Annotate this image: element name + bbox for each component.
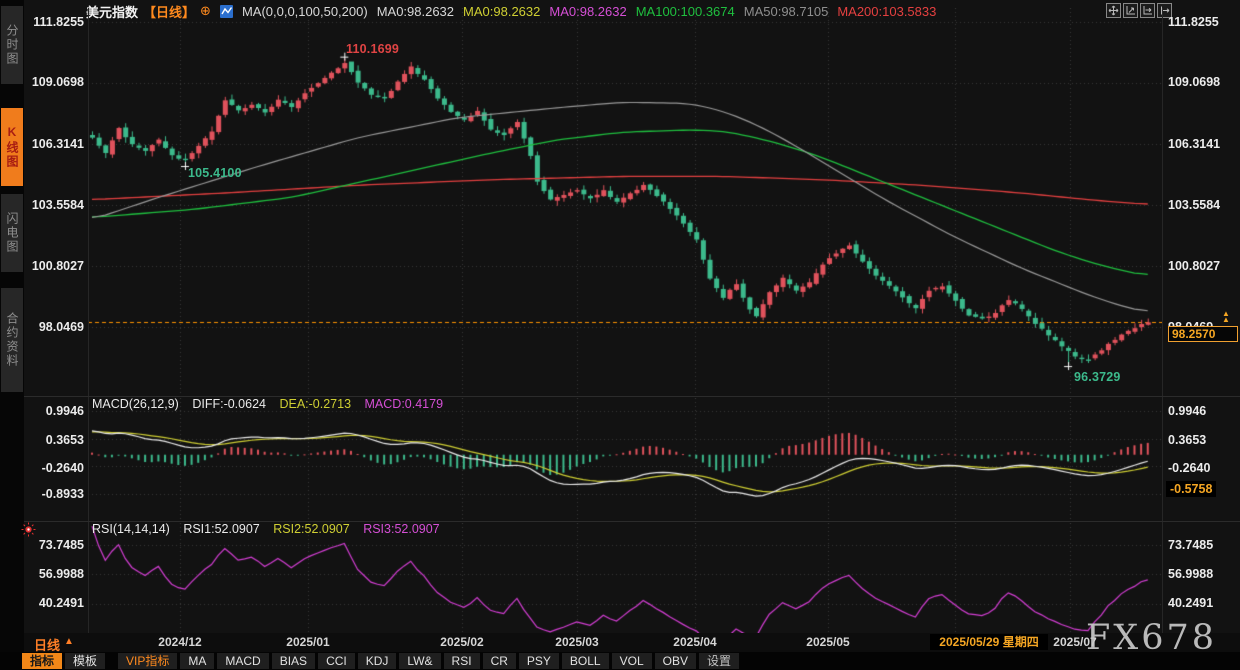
x-label: 2025/05 xyxy=(788,635,868,649)
y-label-right: 109.0698 xyxy=(1168,75,1238,89)
cursor-date-label: 2025/05/29 星期四 xyxy=(930,634,1048,650)
rsi-panel-header: RSI(14,14,14) RSI1:52.0907 RSI2:52.0907 … xyxy=(92,522,450,536)
y-label-left: 98.0469 xyxy=(24,320,84,334)
toolbar-vol-button[interactable]: VOL xyxy=(612,653,652,669)
rsi-title: RSI(14,14,14) xyxy=(92,522,170,536)
toolbar-rsi-button[interactable]: RSI xyxy=(444,653,480,669)
x-label: 2025/01 xyxy=(268,635,348,649)
y-label-right: 100.8027 xyxy=(1168,259,1238,273)
macd-dea-value: DEA:-0.2713 xyxy=(279,397,351,411)
rsi-y-label-left: 40.2491 xyxy=(24,596,84,610)
macd-indicator-chart[interactable] xyxy=(88,398,1162,520)
x-label: 2025/03 xyxy=(537,635,617,649)
macd-current-value-chip: -0.5758 xyxy=(1166,481,1216,497)
toolbar-indicator-button[interactable]: 指标 xyxy=(22,653,62,669)
left-sidebar: 分时图 K线图 闪电图 合约资料 xyxy=(0,0,24,670)
toolbar-macd-button[interactable]: MACD xyxy=(217,653,268,669)
macd-y-label-right: 0.9946 xyxy=(1168,404,1238,418)
macd-y-label-right: 0.3653 xyxy=(1168,433,1238,447)
y-label-left: 106.3141 xyxy=(24,137,84,151)
y-label-left: 111.8255 xyxy=(24,15,84,29)
y-label-right: 111.8255 xyxy=(1168,15,1238,29)
toolbar-lw-button[interactable]: LW& xyxy=(399,653,440,669)
macd-y-label-left: -0.2640 xyxy=(24,461,84,475)
sidebar-tab-flash[interactable]: 闪电图 xyxy=(1,194,23,272)
x-label: 2025/02 xyxy=(422,635,502,649)
left-axis-border xyxy=(88,8,89,633)
x-label: 2025/04 xyxy=(655,635,735,649)
toolbar-kdj-button[interactable]: KDJ xyxy=(358,653,397,669)
price-marker-icon: ▲ ▲ xyxy=(1222,311,1230,323)
rsi-y-label-left: 56.9988 xyxy=(24,567,84,581)
toolbar-cr-button[interactable]: CR xyxy=(483,653,516,669)
y-label-left: 109.0698 xyxy=(24,75,84,89)
low-price-annotation-2: 96.3729 xyxy=(1074,370,1121,384)
y-label-right: 103.5584 xyxy=(1168,198,1238,212)
macd-y-label-left: 0.9946 xyxy=(24,404,84,418)
macd-panel-header: MACD(26,12,9) DIFF:-0.0624 DEA:-0.2713 M… xyxy=(92,397,453,411)
sidebar-tab-timeline[interactable]: 分时图 xyxy=(1,6,23,84)
right-axis-border xyxy=(1162,8,1163,633)
x-label: 2024/12 xyxy=(140,635,220,649)
sidebar-tab-contract-info[interactable]: 合约资料 xyxy=(1,288,23,392)
rsi-y-label-right: 40.2491 xyxy=(1168,596,1238,610)
macd-y-label-right: -0.2640 xyxy=(1168,461,1238,475)
macd-y-label-left: 0.3653 xyxy=(24,433,84,447)
y-label-left: 100.8027 xyxy=(24,259,84,273)
rsi-indicator-chart[interactable] xyxy=(88,523,1162,633)
macd-y-label-left: -0.8933 xyxy=(24,487,84,501)
toolbar-cci-button[interactable]: CCI xyxy=(318,653,355,669)
toolbar-bias-button[interactable]: BIAS xyxy=(272,653,315,669)
rsi-y-label-right: 56.9988 xyxy=(1168,567,1238,581)
indicator-toolbar: 指标 模板 VIP指标 MA MACD BIAS CCI KDJ LW& RSI… xyxy=(0,652,1240,670)
toolbar-psy-button[interactable]: PSY xyxy=(519,653,559,669)
toolbar-vip-indicator-button[interactable]: VIP指标 xyxy=(118,653,177,669)
rsi2-value: RSI2:52.0907 xyxy=(273,522,349,536)
macd-title: MACD(26,12,9) xyxy=(92,397,179,411)
y-label-left: 103.5584 xyxy=(24,198,84,212)
toolbar-boll-button[interactable]: BOLL xyxy=(562,653,609,669)
alert-dot-icon[interactable] xyxy=(21,522,36,542)
chart-application: 分时图 K线图 闪电图 合约资料 美元指数 【日线】 ⊕ MA(0,0,0,10… xyxy=(0,0,1240,670)
macd-macd-value: MACD:0.4179 xyxy=(365,397,444,411)
toolbar-settings-button[interactable]: 设置 xyxy=(699,653,739,669)
toolbar-template-button[interactable]: 模板 xyxy=(65,653,105,669)
y-label-right: 106.3141 xyxy=(1168,137,1238,151)
rsi1-value: RSI1:52.0907 xyxy=(183,522,259,536)
sidebar-tab-kline[interactable]: K线图 xyxy=(1,108,23,186)
toolbar-obv-button[interactable]: OBV xyxy=(655,653,696,669)
x-axis-row: 日线 ▲ 2024/12 2025/01 2025/02 2025/03 202… xyxy=(24,633,1240,652)
high-price-annotation: 110.1699 xyxy=(346,42,399,56)
rsi-y-label-right: 73.7485 xyxy=(1168,538,1238,552)
rsi3-value: RSI3:52.0907 xyxy=(363,522,439,536)
macd-diff-value: DIFF:-0.0624 xyxy=(192,397,266,411)
toolbar-ma-button[interactable]: MA xyxy=(180,653,214,669)
low-price-annotation-1: 105.4100 xyxy=(188,166,242,180)
period-dropdown-arrow-icon[interactable]: ▲ xyxy=(64,636,74,647)
current-price-chip: 98.2570 xyxy=(1168,326,1238,342)
main-candlestick-chart[interactable] xyxy=(88,8,1162,396)
